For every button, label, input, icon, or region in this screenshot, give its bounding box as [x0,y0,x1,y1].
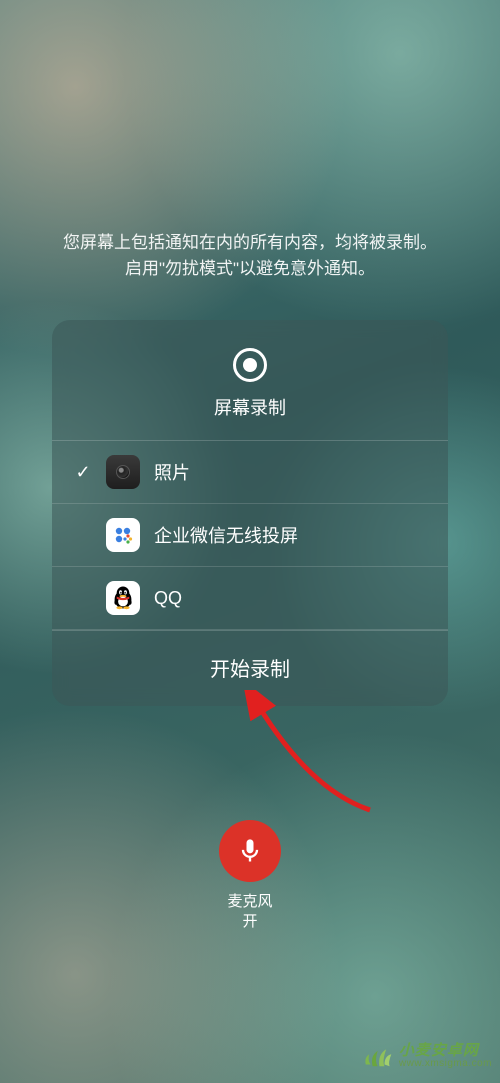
microphone-toggle[interactable]: 麦克风 开 [0,820,500,931]
record-icon [233,348,267,382]
option-photos[interactable]: ✓ 照片 [52,441,448,504]
hint-line1: 您屏幕上包括通知在内的所有内容，均将被录制。 [30,230,470,256]
start-label: 开始录制 [210,659,290,681]
option-label: QQ [154,588,182,609]
card-header: 屏幕录制 [52,320,448,441]
photos-app-icon [106,455,140,489]
option-qq[interactable]: QQ [52,567,448,630]
wework-app-icon [106,518,140,552]
screen-recording-card: 屏幕录制 ✓ 照片 企业微信无线投屏 [52,320,448,706]
option-label: 企业微信无线投屏 [154,522,298,548]
checkmark-icon: ✓ [70,462,96,483]
watermark-logo-icon [359,1039,393,1073]
watermark-name: 小麦安卓网 [399,1043,492,1059]
start-recording-button[interactable]: 开始录制 [52,630,448,706]
option-wework[interactable]: 企业微信无线投屏 [52,504,448,567]
option-label: 照片 [154,459,190,485]
microphone-label: 麦克风 开 [0,892,500,931]
watermark-domain: www.xmsigma.com [399,1059,492,1070]
watermark: 小麦安卓网 www.xmsigma.com [359,1039,492,1073]
hint-line2: 启用"勿扰模式"以避免意外通知。 [30,256,470,282]
card-title: 屏幕录制 [52,394,448,420]
recording-hint: 您屏幕上包括通知在内的所有内容，均将被录制。 启用"勿扰模式"以避免意外通知。 [0,230,500,283]
microphone-icon [219,820,281,882]
qq-app-icon [106,581,140,615]
